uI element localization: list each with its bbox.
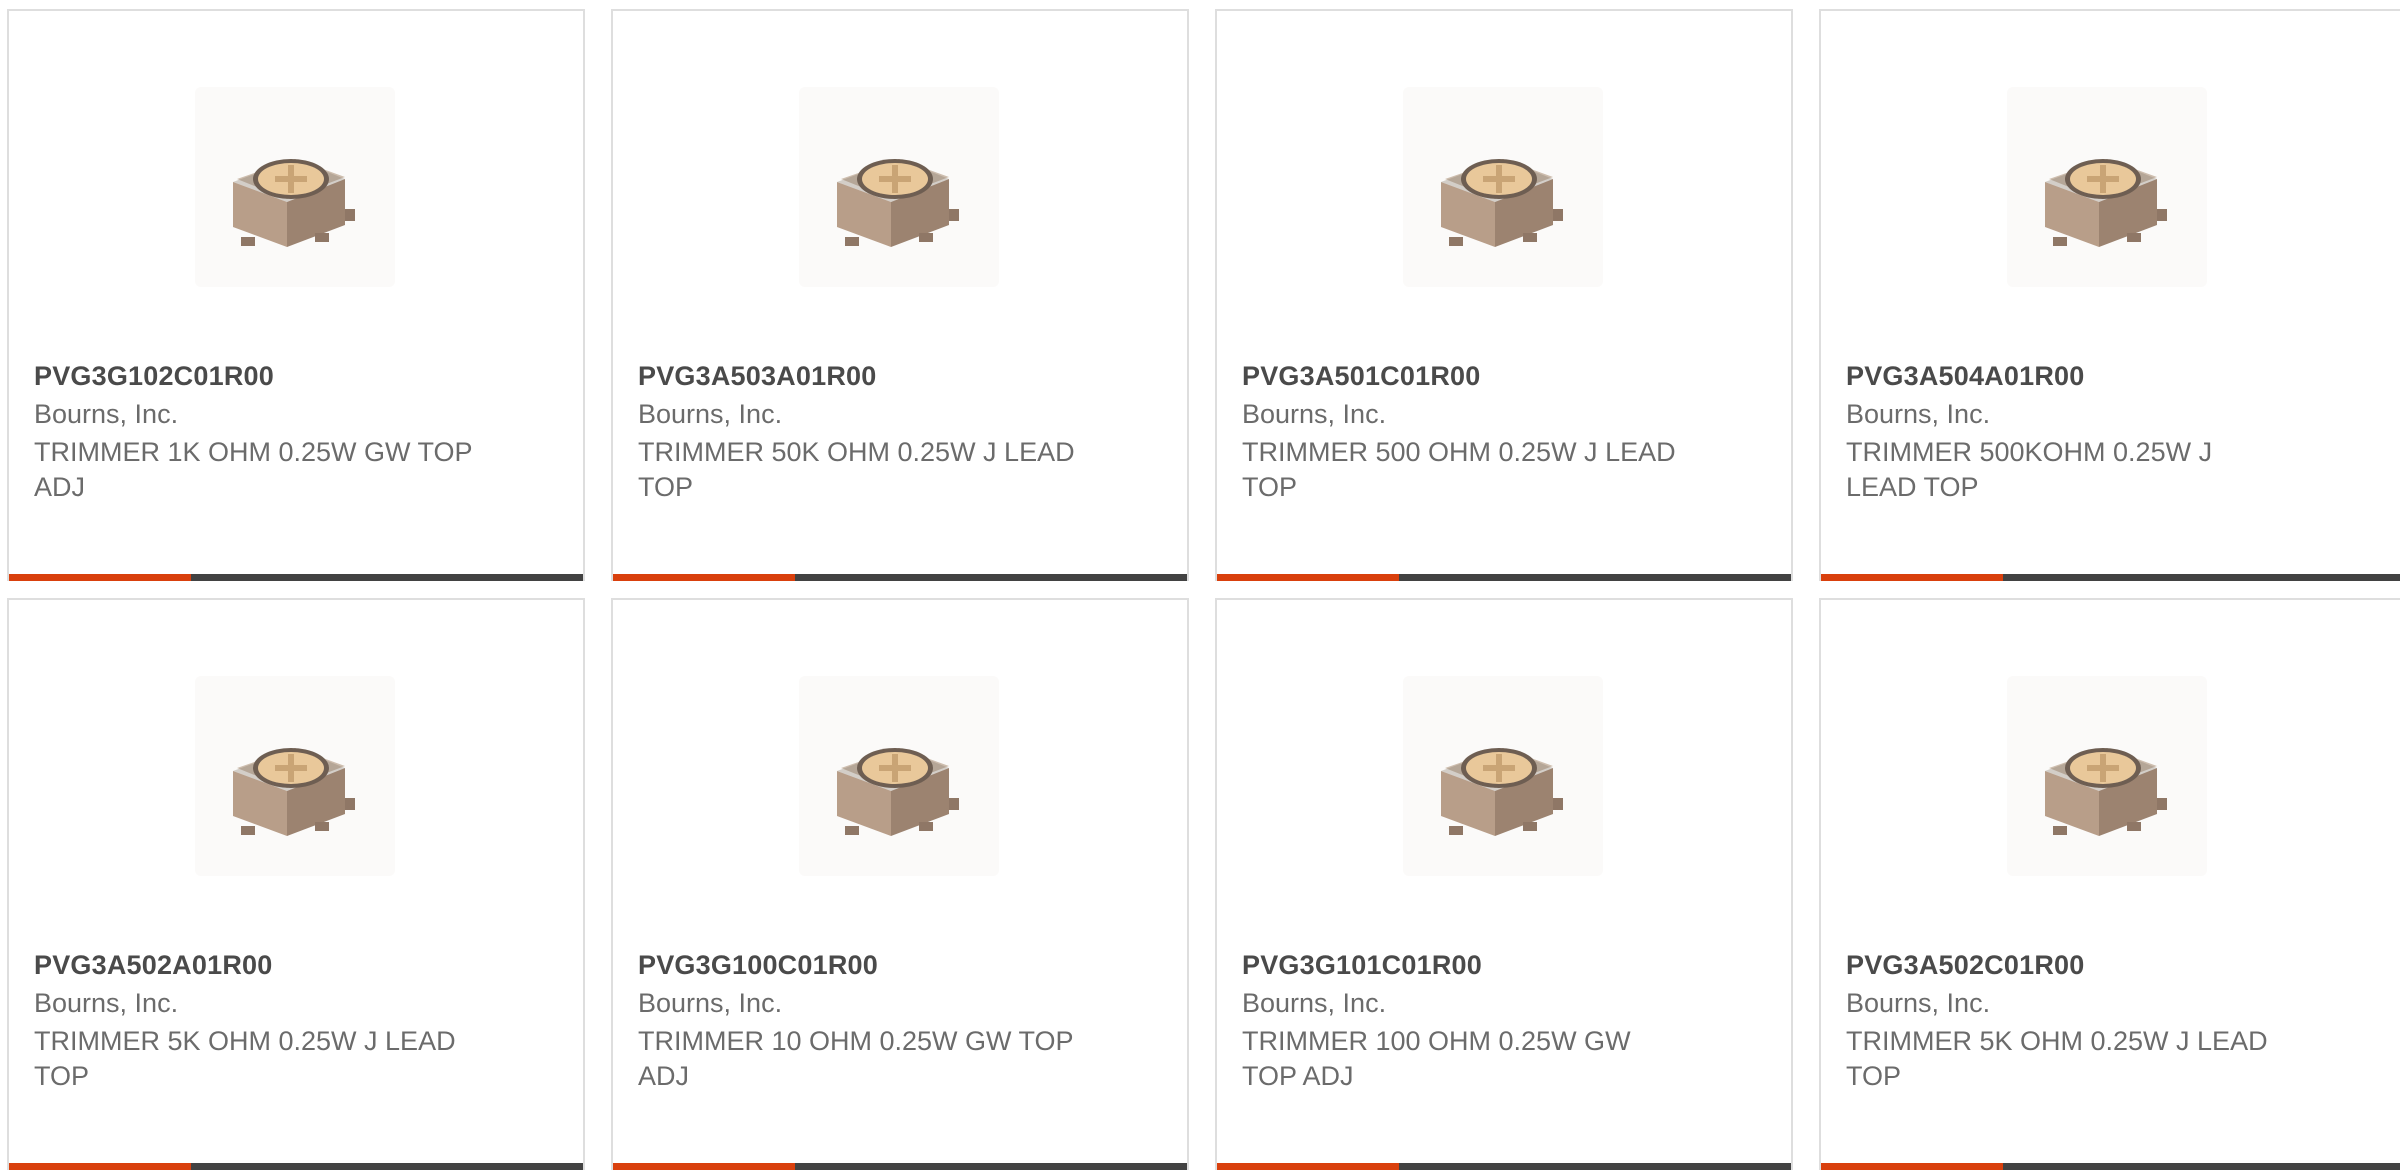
part-number[interactable]: PVG3A504A01R00: [1846, 361, 2084, 392]
manufacturer: Bourns, Inc.: [1846, 399, 1991, 429]
description: TRIMMER 50K OHM 0.25W J LEAD TOP: [638, 437, 1075, 502]
manufacturer: Bourns, Inc.: [638, 988, 783, 1018]
accent-segment: [1821, 574, 2003, 581]
product-card[interactable]: PVG3G102C01R00 Bourns, Inc. TRIMMER 1K O…: [7, 9, 585, 581]
part-number[interactable]: PVG3G100C01R00: [638, 950, 878, 981]
part-number[interactable]: PVG3A503A01R00: [638, 361, 876, 392]
description: TRIMMER 1K OHM 0.25W GW TOP ADJ: [34, 437, 473, 502]
product-card[interactable]: PVG3A503A01R00 Bourns, Inc. TRIMMER 50K …: [611, 9, 1189, 581]
product-card[interactable]: PVG3G100C01R00 Bourns, Inc. TRIMMER 10 O…: [611, 598, 1189, 1170]
manufacturer: Bourns, Inc.: [1846, 988, 1991, 1018]
part-number[interactable]: PVG3G102C01R00: [34, 361, 274, 392]
manufacturer: Bourns, Inc.: [638, 399, 783, 429]
description: TRIMMER 500KOHM 0.25W J LEAD TOP: [1846, 437, 2213, 502]
product-card[interactable]: PVG3G101C01R00 Bourns, Inc. TRIMMER 100 …: [1215, 598, 1793, 1170]
product-image[interactable]: [195, 676, 395, 876]
product-card[interactable]: PVG3A501C01R00 Bourns, Inc. TRIMMER 500 …: [1215, 9, 1793, 581]
description: TRIMMER 5K OHM 0.25W J LEAD TOP: [1846, 1026, 2268, 1091]
card-footer-bar: [9, 574, 583, 581]
card-footer-bar: [1821, 574, 2400, 581]
manufacturer: Bourns, Inc.: [34, 988, 179, 1018]
product-image[interactable]: [799, 87, 999, 287]
part-number[interactable]: PVG3A502A01R00: [34, 950, 272, 981]
part-number[interactable]: PVG3A502C01R00: [1846, 950, 2084, 981]
description: TRIMMER 10 OHM 0.25W GW TOP ADJ: [638, 1026, 1074, 1091]
manufacturer: Bourns, Inc.: [1242, 399, 1387, 429]
product-grid: PVG3G102C01R00 Bourns, Inc. TRIMMER 1K O…: [0, 0, 2400, 1170]
product-image[interactable]: [1403, 676, 1603, 876]
description: TRIMMER 5K OHM 0.25W J LEAD TOP: [34, 1026, 456, 1091]
manufacturer: Bourns, Inc.: [34, 399, 179, 429]
product-card[interactable]: PVG3A502A01R00 Bourns, Inc. TRIMMER 5K O…: [7, 598, 585, 1170]
accent-segment: [9, 574, 191, 581]
part-number[interactable]: PVG3A501C01R00: [1242, 361, 1480, 392]
card-footer-bar: [1217, 574, 1791, 581]
description: TRIMMER 500 OHM 0.25W J LEAD TOP: [1242, 437, 1676, 502]
part-number[interactable]: PVG3G101C01R00: [1242, 950, 1482, 981]
product-image[interactable]: [799, 676, 999, 876]
product-image[interactable]: [2007, 676, 2207, 876]
product-card[interactable]: PVG3A504A01R00 Bourns, Inc. TRIMMER 500K…: [1819, 9, 2400, 581]
product-image[interactable]: [1403, 87, 1603, 287]
accent-segment: [1217, 574, 1399, 581]
product-card[interactable]: PVG3A502C01R00 Bourns, Inc. TRIMMER 5K O…: [1819, 598, 2400, 1170]
description: TRIMMER 100 OHM 0.25W GW TOP ADJ: [1242, 1026, 1631, 1091]
accent-segment: [613, 574, 795, 581]
manufacturer: Bourns, Inc.: [1242, 988, 1387, 1018]
card-footer-bar: [613, 574, 1187, 581]
product-image[interactable]: [195, 87, 395, 287]
product-image[interactable]: [2007, 87, 2207, 287]
